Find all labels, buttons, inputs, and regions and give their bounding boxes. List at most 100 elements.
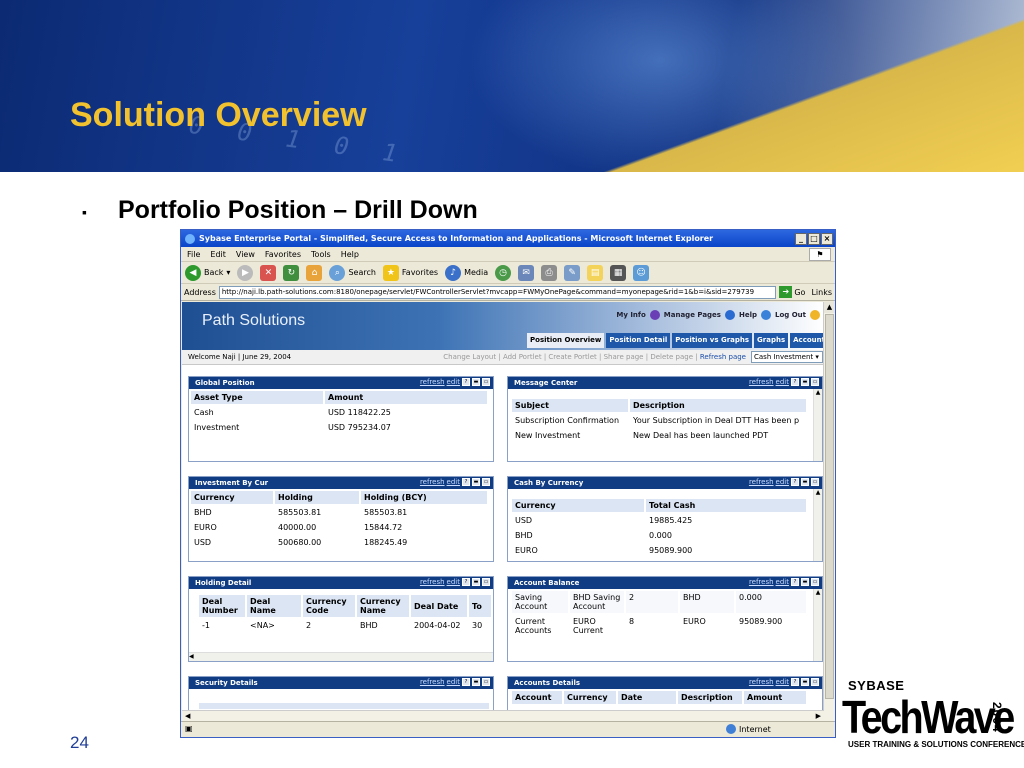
refresh-link[interactable]: refresh — [749, 678, 774, 686]
refresh-link[interactable]: refresh — [420, 678, 445, 686]
minimize-icon[interactable]: ▬ — [801, 678, 809, 686]
refresh-link[interactable]: refresh — [420, 378, 445, 386]
minimize-icon[interactable]: ▬ — [472, 478, 480, 486]
scroll-up-icon[interactable]: ▲ — [824, 302, 835, 313]
window-titlebar[interactable]: Sybase Enterprise Portal - Simplified, S… — [181, 230, 835, 247]
tab-graphs[interactable]: Graphs — [754, 333, 789, 348]
page-vertical-scrollbar[interactable]: ▲ — [823, 302, 835, 722]
minimize-icon[interactable]: ▬ — [472, 678, 480, 686]
scroll-thumb[interactable] — [825, 314, 834, 699]
refresh-link[interactable]: refresh — [749, 378, 774, 386]
help-icon[interactable]: ? — [791, 378, 799, 386]
menu-view[interactable]: View — [236, 250, 255, 259]
help-icon[interactable]: ? — [791, 578, 799, 586]
help-icon[interactable]: ? — [462, 678, 470, 686]
help-link[interactable]: Help — [739, 311, 757, 319]
minimize-icon[interactable]: ▬ — [801, 378, 809, 386]
edit-link[interactable]: edit — [447, 478, 460, 486]
change-layout-link[interactable]: Change Layout — [443, 353, 496, 361]
minimize-icon[interactable]: ▬ — [801, 478, 809, 486]
mail-icon[interactable]: ✉ — [518, 264, 535, 281]
close-icon[interactable]: × — [821, 232, 833, 245]
my-info-link[interactable]: My Info — [616, 311, 645, 319]
menu-favorites[interactable]: Favorites — [265, 250, 301, 259]
logo-name: TechWave — [842, 691, 1015, 743]
edit-link[interactable]: edit — [447, 678, 460, 686]
table-cell: Your Subscription in Deal DTT Has been p — [633, 416, 800, 425]
forward-arrow-icon[interactable]: ▶ — [237, 264, 254, 281]
tab-position-overview[interactable]: Position Overview — [527, 333, 605, 348]
menu-tools[interactable]: Tools — [311, 250, 331, 259]
links-button[interactable]: Links — [808, 288, 835, 297]
maximize-icon[interactable]: ▭ — [811, 578, 819, 586]
edit-link[interactable]: edit — [776, 678, 789, 686]
delete-page-link[interactable]: Delete page — [650, 353, 693, 361]
search-button[interactable]: ⌕ Search — [329, 264, 376, 281]
maximize-icon[interactable]: □ — [808, 232, 820, 245]
minimize-icon[interactable]: _ — [795, 232, 807, 245]
refresh-page-link[interactable]: Refresh page — [700, 353, 746, 361]
edit-page-icon[interactable]: ✎ — [564, 264, 581, 281]
menu-file[interactable]: File — [187, 250, 200, 259]
refresh-link[interactable]: refresh — [420, 578, 445, 586]
maximize-icon[interactable]: ▭ — [482, 378, 490, 386]
help-icon[interactable]: ? — [791, 678, 799, 686]
address-input[interactable]: http://naji.lb.path-solutions.com:8180/o… — [218, 285, 777, 299]
tab-position-detail[interactable]: Position Detail — [606, 333, 671, 348]
windows-flag-icon: ⚑ — [809, 248, 831, 261]
help-icon[interactable]: ? — [462, 478, 470, 486]
maximize-icon[interactable]: ▭ — [811, 478, 819, 486]
messenger-icon[interactable]: ☺ — [633, 264, 650, 281]
minimize-icon[interactable]: ▬ — [472, 378, 480, 386]
portlet-horizontal-scrollbar[interactable]: ◀ — [189, 652, 493, 661]
print-icon[interactable]: ⎙ — [541, 264, 558, 281]
help-icon[interactable]: ? — [462, 378, 470, 386]
minimize-icon[interactable]: ▬ — [472, 578, 480, 586]
page-select[interactable]: Cash Investment ▾ — [751, 351, 823, 363]
refresh-link[interactable]: refresh — [749, 478, 774, 486]
portlet-scrollbar[interactable]: ▲ — [813, 489, 822, 561]
portlet-scrollbar[interactable]: ▲ — [813, 589, 822, 661]
history-icon[interactable]: ◷ — [495, 264, 512, 281]
help-icon[interactable]: ? — [462, 578, 470, 586]
refresh-link[interactable]: refresh — [420, 478, 445, 486]
manage-pages-link[interactable]: Manage Pages — [664, 311, 721, 319]
stop-icon[interactable]: ✕ — [260, 264, 277, 281]
scroll-left-icon[interactable]: ◀ — [182, 712, 190, 720]
edit-link[interactable]: edit — [776, 478, 789, 486]
research-icon[interactable]: ▦ — [610, 264, 627, 281]
refresh-link[interactable]: refresh — [749, 578, 774, 586]
maximize-icon[interactable]: ▭ — [811, 678, 819, 686]
logout-link[interactable]: Log Out — [775, 311, 806, 319]
tab-position-vs-graphs[interactable]: Position vs Graphs — [672, 333, 753, 348]
minimize-icon[interactable]: ▬ — [801, 578, 809, 586]
add-portlet-link[interactable]: Add Portlet — [503, 353, 542, 361]
edit-link[interactable]: edit — [447, 378, 460, 386]
refresh-icon[interactable]: ↻ — [283, 264, 300, 281]
maximize-icon[interactable]: ▭ — [482, 678, 490, 686]
maximize-icon[interactable]: ▭ — [811, 378, 819, 386]
create-portlet-link[interactable]: Create Portlet — [548, 353, 596, 361]
table-row: Investment USD 795234.07 — [191, 421, 487, 434]
menu-edit[interactable]: Edit — [210, 250, 226, 259]
menu-help[interactable]: Help — [341, 250, 359, 259]
portlet-scrollbar[interactable]: ▲ — [813, 389, 822, 461]
media-button[interactable]: ♪ Media — [445, 264, 488, 281]
maximize-icon[interactable]: ▭ — [482, 478, 490, 486]
edit-link[interactable]: edit — [776, 378, 789, 386]
share-page-link[interactable]: Share page — [604, 353, 644, 361]
maximize-icon[interactable]: ▭ — [482, 578, 490, 586]
folder-icon[interactable]: ▤ — [587, 264, 604, 281]
help-icon[interactable]: ? — [791, 478, 799, 486]
edit-link[interactable]: edit — [447, 578, 460, 586]
edit-link[interactable]: edit — [776, 578, 789, 586]
portlet-cash-by-currency: Cash By Currency refresh edit? ▬ ▭ Currency… — [507, 476, 823, 562]
go-button[interactable]: ➔ Go — [779, 286, 805, 298]
tab-accounts[interactable]: Accounts — [790, 333, 824, 348]
back-button[interactable]: ◀ Back ▾ — [185, 264, 230, 281]
home-icon[interactable]: ⌂ — [306, 264, 323, 281]
favorites-button[interactable]: ★ Favorites — [382, 264, 438, 281]
browser-toolbar: ◀ Back ▾ ▶ ✕ ↻ ⌂ ⌕ Search ★ Favorites ♪ … — [181, 262, 835, 284]
page-horizontal-scrollbar[interactable]: ◀ ▶ — [182, 710, 824, 721]
table-row: EURO 95089.900 — [512, 544, 806, 557]
